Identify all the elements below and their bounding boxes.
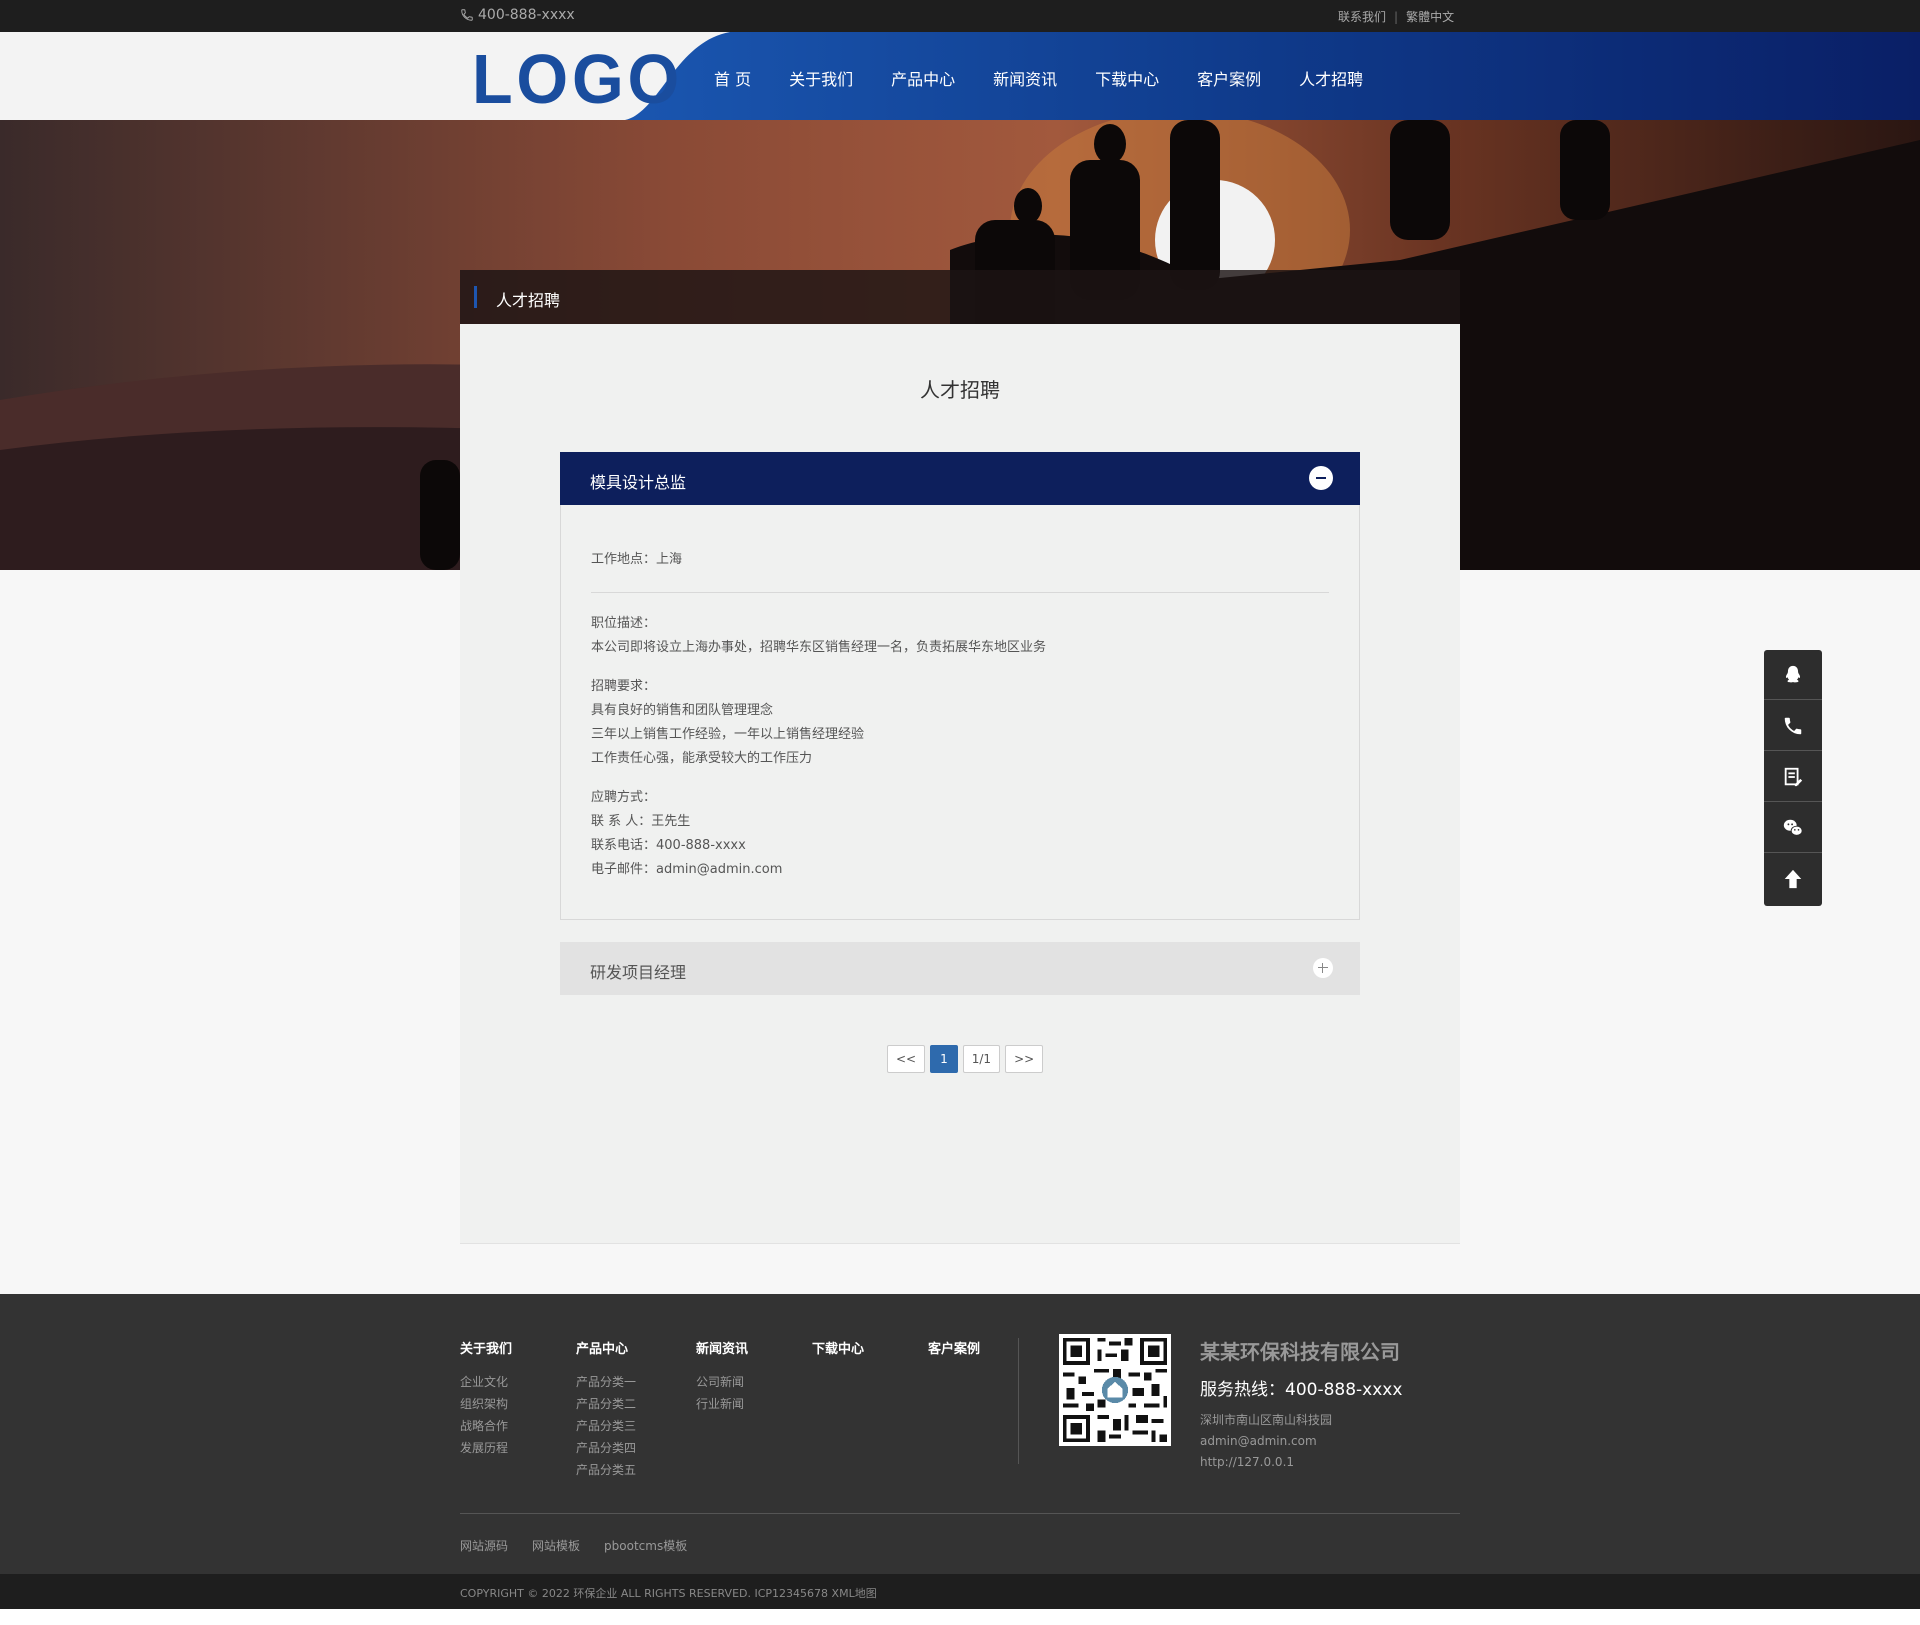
qq-button[interactable]: [1764, 650, 1822, 700]
footer-col-downloads: 下载中心: [812, 1338, 864, 1371]
collapse-icon[interactable]: [1309, 466, 1333, 490]
main-nav: 首 页 关于我们 产品中心 新闻资讯 下载中心 客户案例 人才招聘: [714, 66, 1401, 90]
traditional-chinese-link[interactable]: 繁體中文: [1406, 8, 1454, 25]
contact-person: 联 系 人：王先生: [591, 814, 691, 829]
apply-label: 应聘方式：: [591, 790, 657, 805]
job-location: 工作地点：上海: [591, 552, 683, 567]
breadcrumb: 人才招聘: [460, 270, 1460, 324]
wechat-icon: [1783, 819, 1803, 836]
message-icon: [1784, 767, 1803, 786]
breadcrumb-label: 人才招聘: [496, 291, 561, 310]
company-name: 某某环保科技有限公司: [1200, 1340, 1400, 1364]
footer-link[interactable]: 企业文化: [460, 1371, 512, 1393]
page-count: 1/1: [962, 1045, 1001, 1073]
footer-col-products: 产品中心 产品分类一 产品分类二 产品分类三 产品分类四 产品分类五: [576, 1338, 636, 1481]
friend-link[interactable]: 网站源码: [460, 1537, 508, 1554]
footer-col-title[interactable]: 下载中心: [812, 1338, 864, 1357]
footer-col-news: 新闻资讯 公司新闻 行业新闻: [696, 1338, 748, 1415]
nav-jobs[interactable]: 人才招聘: [1299, 66, 1363, 90]
logo[interactable]: LOGO: [472, 44, 683, 114]
next-page-button[interactable]: >>: [1005, 1045, 1044, 1073]
req-item: 三年以上销售工作经验，一年以上销售经理经验: [591, 727, 865, 742]
desc-label: 职位描述：: [591, 616, 657, 631]
friend-link[interactable]: pbootcms模板: [604, 1537, 687, 1554]
divider: [1018, 1338, 1019, 1464]
company-info: 某某环保科技有限公司 服务热线：400-888-xxxx 深圳市南山区南山科技园…: [1200, 1336, 1402, 1473]
pagination: << 1 1/1 >>: [887, 1045, 1044, 1073]
nav-products[interactable]: 产品中心: [891, 66, 955, 90]
divider: |: [1394, 9, 1399, 24]
back-to-top-button[interactable]: [1764, 854, 1822, 904]
qr-code: [1059, 1334, 1171, 1446]
footer-link[interactable]: 发展历程: [460, 1437, 512, 1459]
copyright-bar: COPYRIGHT © 2022 环保企业 ALL RIGHTS RESERVE…: [0, 1574, 1920, 1609]
nav-cases[interactable]: 客户案例: [1197, 66, 1261, 90]
friend-links: 网站源码 网站模板 pbootcms模板: [460, 1537, 687, 1554]
company-url[interactable]: http://127.0.0.1: [1200, 1452, 1402, 1473]
job-item-collapsed[interactable]: 研发项目经理: [560, 942, 1360, 995]
footer-col-about: 关于我们 企业文化 组织架构 战略合作 发展历程: [460, 1338, 512, 1459]
current-page-button[interactable]: 1: [930, 1045, 958, 1073]
footer-col-title[interactable]: 新闻资讯: [696, 1338, 748, 1357]
top-bar: 400-888-xxxx 联系我们 | 繁體中文: [0, 0, 1920, 32]
job-title: 研发项目经理: [590, 963, 687, 982]
nav-home[interactable]: 首 页: [714, 66, 751, 90]
phone-icon: [1784, 717, 1802, 734]
copyright-text: COPYRIGHT © 2022 环保企业 ALL RIGHTS RESERVE…: [460, 1587, 877, 1600]
footer-link[interactable]: 产品分类三: [576, 1415, 636, 1437]
footer: 关于我们 企业文化 组织架构 战略合作 发展历程 产品中心 产品分类一 产品分类…: [0, 1294, 1920, 1574]
top-phone: 400-888-xxxx: [460, 7, 575, 23]
footer-link[interactable]: 产品分类五: [576, 1459, 636, 1481]
footer-col-title[interactable]: 产品中心: [576, 1338, 636, 1357]
job-title: 模具设计总监: [590, 473, 687, 492]
nav-downloads[interactable]: 下载中心: [1095, 66, 1159, 90]
expand-icon[interactable]: [1313, 958, 1333, 978]
req-label: 招聘要求：: [591, 679, 657, 694]
divider: [460, 1513, 1460, 1514]
contact-us-link[interactable]: 联系我们: [1338, 8, 1386, 25]
page-bottom: [0, 1609, 1920, 1625]
breadcrumb-marker: [474, 286, 477, 308]
req-item: 工作责任心强，能承受较大的工作压力: [591, 751, 813, 766]
footer-col-title[interactable]: 客户案例: [928, 1338, 980, 1357]
footer-link[interactable]: 产品分类二: [576, 1393, 636, 1415]
prev-page-button[interactable]: <<: [887, 1045, 926, 1073]
phone-button[interactable]: [1764, 701, 1822, 751]
nav-news[interactable]: 新闻资讯: [993, 66, 1057, 90]
job-item-expanded: 模具设计总监 工作地点：上海 职位描述： 本公司即将设立上海办事处，招聘华东区销…: [560, 452, 1360, 920]
footer-link[interactable]: 组织架构: [460, 1393, 512, 1415]
footer-link[interactable]: 产品分类一: [576, 1371, 636, 1393]
desc-text: 本公司即将设立上海办事处，招聘华东区销售经理一名，负责拓展华东地区业务: [591, 640, 1047, 655]
job-details: 工作地点：上海 职位描述： 本公司即将设立上海办事处，招聘华东区销售经理一名，负…: [560, 505, 1360, 920]
footer-link[interactable]: 战略合作: [460, 1415, 512, 1437]
footer-col-title[interactable]: 关于我们: [460, 1338, 512, 1357]
divider: [591, 592, 1329, 593]
company-address: 深圳市南山区南山科技园: [1200, 1413, 1333, 1427]
header: LOGO 首 页 关于我们 产品中心 新闻资讯 下载中心 客户案例 人才招聘: [0, 32, 1920, 120]
nav-about[interactable]: 关于我们: [789, 66, 853, 90]
contact-tel: 联系电话：400-888-xxxx: [591, 838, 746, 853]
side-toolbar: [1764, 650, 1822, 906]
company-email[interactable]: admin@admin.com: [1200, 1431, 1402, 1452]
job-header[interactable]: 模具设计总监: [560, 452, 1360, 505]
footer-link[interactable]: 公司新闻: [696, 1371, 748, 1393]
phone-icon: [461, 9, 473, 21]
service-hotline: 服务热线：400-888-xxxx: [1200, 1380, 1403, 1400]
content-panel: 人才招聘 模具设计总监 工作地点：上海 职位描述： 本公司即将设立上海办事处，招…: [460, 324, 1460, 1244]
req-item: 具有良好的销售和团队管理理念: [591, 703, 774, 718]
footer-link[interactable]: 产品分类四: [576, 1437, 636, 1459]
wechat-button[interactable]: [1764, 803, 1822, 853]
contact-email: 电子邮件：admin@admin.com: [591, 862, 783, 877]
back-to-top-icon: [1784, 869, 1802, 889]
message-button[interactable]: [1764, 752, 1822, 802]
page-title: 人才招聘: [920, 378, 1000, 402]
friend-link[interactable]: 网站模板: [532, 1537, 580, 1554]
footer-link[interactable]: 行业新闻: [696, 1393, 748, 1415]
qq-icon: [1785, 665, 1801, 682]
footer-col-cases: 客户案例: [928, 1338, 980, 1371]
top-phone-number: 400-888-xxxx: [478, 7, 575, 23]
